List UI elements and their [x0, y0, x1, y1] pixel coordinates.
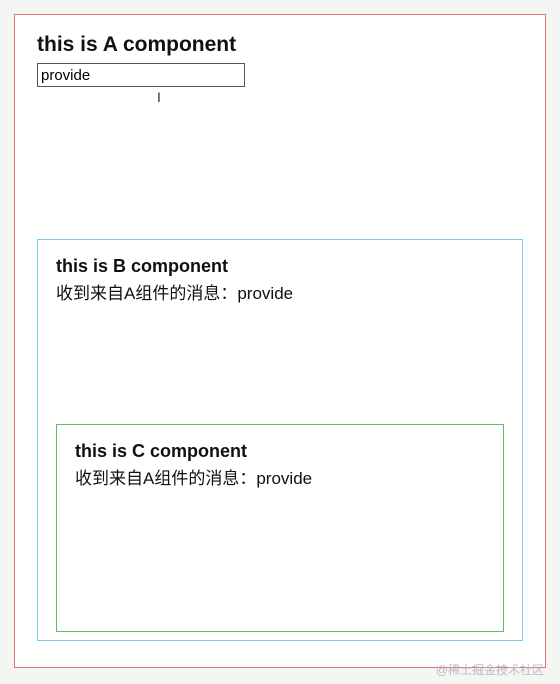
component-b-message-prefix: 收到来自A组件的消息：	[56, 284, 237, 303]
component-a: this is A component I this is B componen…	[14, 14, 546, 668]
component-c-message-value: provide	[256, 469, 312, 488]
component-c-message-prefix: 收到来自A组件的消息：	[75, 469, 256, 488]
component-b-message-value: provide	[237, 284, 293, 303]
component-b-message: 收到来自A组件的消息：provide	[56, 279, 504, 304]
component-c-title: this is C component	[75, 441, 485, 462]
component-b-title: this is B component	[56, 256, 504, 277]
component-c: this is C component 收到来自A组件的消息：provide	[56, 424, 504, 632]
text-cursor-icon: I	[157, 89, 161, 105]
message-input[interactable]	[37, 63, 245, 87]
input-wrapper: I	[37, 63, 245, 87]
component-c-message: 收到来自A组件的消息：provide	[75, 464, 485, 489]
watermark-text: @稀土掘金技术社区	[436, 661, 544, 678]
component-b: this is B component 收到来自A组件的消息：provide t…	[37, 239, 523, 641]
component-a-title: this is A component	[37, 33, 523, 57]
